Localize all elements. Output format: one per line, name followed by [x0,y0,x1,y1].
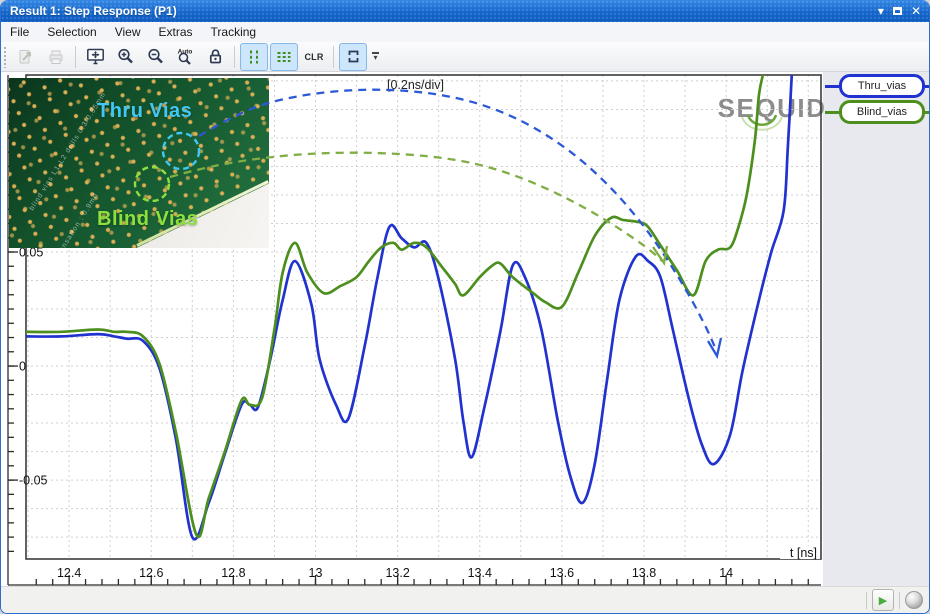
sequid-watermark: SEQUID [718,93,827,123]
play-icon: ▶ [879,594,887,607]
x-tick-label: 13.6 [550,566,574,580]
window-title: Result 1: Step Response (P1) [10,0,177,22]
vertical-markers-icon [245,48,263,66]
statusbar-separator [866,592,867,609]
clear-markers-label: CLR [304,52,323,62]
fit-view-button[interactable] [81,43,109,71]
toolbar: Auto CLR [1,42,929,72]
menu-file[interactable]: File [1,22,38,42]
y-tick-label: -0.05 [19,474,48,488]
zoom-auto-icon: Auto [175,47,195,66]
blind-vias-label: Blind Vias [97,208,198,231]
zoom-auto-button[interactable]: Auto [171,43,199,71]
pcb-inset-photo: blind vias L1-L2 drills 0.3/0.65mm compe… [9,78,269,248]
x-axis-title: t [ns] [790,546,817,560]
menu-bar: File Selection View Extras Tracking [1,22,929,42]
collapse-window-icon[interactable]: ▾ [878,0,884,22]
zoom-in-icon [116,47,135,66]
horizontal-markers-toggle[interactable] [270,43,298,71]
app-window: Result 1: Step Response (P1) ▾ ✕ File Se… [0,0,930,614]
split-limits-icon [344,47,363,66]
vertical-markers-toggle[interactable] [240,43,268,71]
status-bar: ▶ [1,586,929,613]
fit-view-icon [86,47,105,66]
print-button[interactable] [42,43,70,71]
x-tick-label: 13.4 [468,566,492,580]
statusbar-separator [899,592,900,609]
legend-item-blind-vias[interactable]: Blind_vias [825,101,930,123]
legend-label: Thru_vias [858,80,906,92]
toolbar-overflow-button[interactable]: ▾ [372,52,379,61]
y-tick-label: 0 [19,360,26,374]
split-limits-toggle[interactable] [339,43,367,71]
menu-tracking[interactable]: Tracking [202,22,266,42]
toolbar-separator [333,46,334,68]
toolbar-separator [75,46,76,68]
x-tick-label: 12.8 [221,566,245,580]
legend-line [825,85,839,88]
play-button[interactable]: ▶ [872,589,894,611]
zoom-out-icon [146,47,165,66]
legend-line [825,111,839,114]
lock-button[interactable] [201,43,229,71]
close-window-icon[interactable]: ✕ [911,0,921,22]
printer-icon [47,48,65,66]
menu-view[interactable]: View [106,22,150,42]
menu-extras[interactable]: Extras [150,22,202,42]
x-tick-label: 13.2 [385,566,409,580]
thru-vias-label: Thru Vias [97,100,192,123]
title-bar[interactable]: Result 1: Step Response (P1) ▾ ✕ [1,0,929,22]
legend-label: Blind_vias [857,106,907,118]
chart-area: SEQUID12.412.612.81313.213.413.613.8140.… [1,72,930,587]
maximize-window-icon[interactable] [893,7,902,15]
status-led-indicator [905,591,923,609]
export-icon [17,48,35,66]
legend-line [925,85,930,88]
zoom-in-button[interactable] [111,43,139,71]
x-tick-label: 14 [719,566,733,580]
scale-annotation: [0.2ns/div] [387,78,444,92]
x-tick-label: 12.4 [57,566,81,580]
horizontal-markers-icon [275,48,293,66]
x-tick-label: 12.6 [139,566,163,580]
legend-item-thru-vias[interactable]: Thru_vias [825,75,930,97]
clear-markers-button[interactable]: CLR [300,43,328,71]
menu-selection[interactable]: Selection [38,22,105,42]
lock-icon [206,47,225,66]
toolbar-grip[interactable] [3,46,8,68]
export-button[interactable] [12,43,40,71]
toolbar-separator [234,46,235,68]
zoom-out-button[interactable] [141,43,169,71]
legend-line [925,111,930,114]
x-tick-label: 13.8 [632,566,656,580]
x-tick-label: 13 [309,566,323,580]
